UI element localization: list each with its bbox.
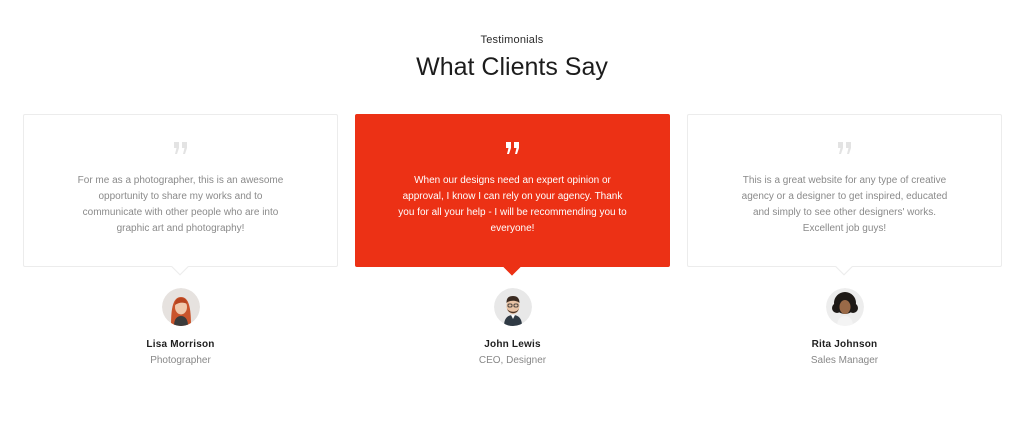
avatar <box>493 288 532 326</box>
card-pointer <box>835 258 852 276</box>
client-role: CEO, Designer <box>478 355 547 366</box>
avatar <box>161 288 200 326</box>
client-info: John Lewis CEO, Designer <box>355 288 670 366</box>
client-name: John Lewis <box>484 339 541 350</box>
card-pointer <box>171 258 188 276</box>
quote-icon <box>356 141 669 161</box>
testimonial-card: For me as a photographer, this is an awe… <box>23 114 338 276</box>
client-info: Lisa Morrison Photographer <box>23 288 338 366</box>
client-info: Rita Johnson Sales Manager <box>687 288 1002 366</box>
testimonial-card-highlighted: When our designs need an expert opinion … <box>355 114 670 276</box>
client-role: Sales Manager <box>810 355 879 366</box>
client-name: Rita Johnson <box>811 339 878 350</box>
quote-icon <box>688 141 1001 161</box>
client-role: Photographer <box>150 355 211 366</box>
quote-icon <box>24 141 337 161</box>
client-name: Lisa Morrison <box>146 339 215 350</box>
section-title: What Clients Say <box>416 53 608 81</box>
testimonial-text: For me as a photographer, this is an awe… <box>77 175 284 234</box>
card-pointer <box>503 258 520 276</box>
testimonial-text: When our designs need an expert opinion … <box>398 175 627 234</box>
testimonial-text: This is a great website for any type of … <box>741 175 948 234</box>
section-eyebrow: Testimonials <box>480 34 544 46</box>
testimonial-card: This is a great website for any type of … <box>687 114 1002 276</box>
avatar <box>825 288 864 326</box>
